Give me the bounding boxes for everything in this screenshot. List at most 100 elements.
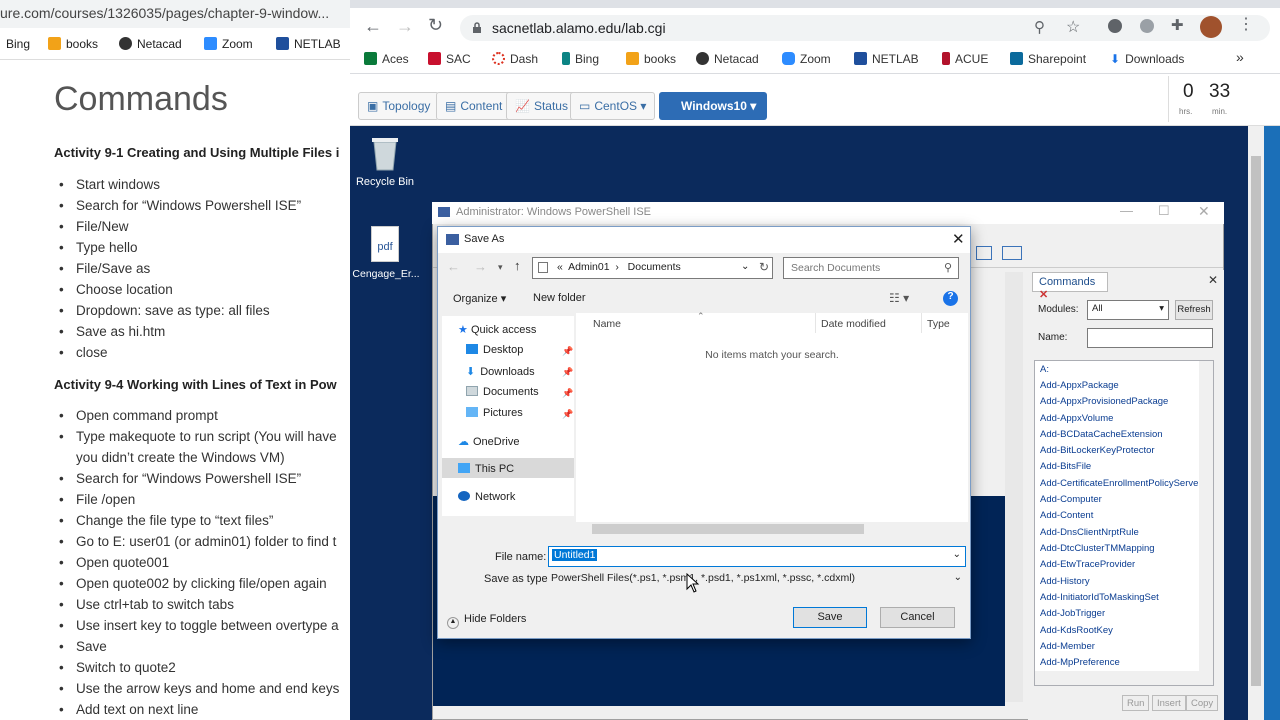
bookmark-books-left[interactable]: books [48,37,98,51]
bookmark-sac[interactable]: SAC [428,52,471,66]
nav-network[interactable]: Network [458,491,515,503]
pin-icon[interactable]: 📌 [562,346,573,357]
column-divider[interactable] [815,313,816,333]
list-item[interactable]: Add-AppxPackage [1040,380,1119,391]
horizontal-scrollbar[interactable] [576,522,968,536]
file-name-input[interactable]: Untitled1 ⌄ [548,546,966,567]
nav-documents[interactable]: Documents [466,386,539,398]
pin-icon[interactable]: 📌 [562,409,573,420]
search-input[interactable]: Search Documents ⚲ [783,257,959,279]
list-item[interactable]: A: [1040,364,1049,375]
help-icon[interactable]: ? [943,291,958,306]
nav-onedrive[interactable]: ☁ OneDrive [458,435,519,448]
star-icon[interactable]: ☆ [1066,17,1080,37]
tab-content[interactable]: ▤ Content [436,92,512,120]
bookmark-sharepoint[interactable]: Sharepoint [1010,52,1086,66]
bookmark-bing[interactable]: Bing [562,52,599,66]
close-pane-icon[interactable]: ✕ [1208,273,1218,287]
bookmark-aces[interactable]: Aces [364,52,409,66]
bookmark-netacad-left[interactable]: Netacad [119,37,182,51]
save-button[interactable]: Save [793,607,867,628]
hide-folders-toggle[interactable]: ▲ Hide Folders [447,613,526,629]
nav-quick-access[interactable]: ★ Quick access [458,323,536,336]
list-item[interactable]: Add-InitiatorIdToMaskingSet [1040,592,1159,603]
bookmarks-overflow-icon[interactable]: » [1236,49,1244,65]
copy-button[interactable]: Copy [1186,695,1219,711]
close-icon[interactable]: ✕ [952,230,965,248]
list-item[interactable]: Add-JobTrigger [1040,608,1105,619]
pdf-file-icon[interactable]: pdf [371,226,399,262]
scrollbar-thumb[interactable] [592,524,864,534]
tab-status[interactable]: 📈 Status [506,92,577,120]
list-item[interactable]: Add-AppxProvisionedPackage [1040,396,1168,407]
breadcrumb-documents[interactable]: Documents [628,261,681,273]
tab-topology[interactable]: ▣ Topology [358,92,440,120]
list-item[interactable]: Add-DtcClusterTMMapping [1040,543,1155,554]
forward-icon[interactable]: → [474,259,487,274]
bookmark-acue[interactable]: ACUE [942,52,988,66]
minimize-icon[interactable]: — [1120,203,1133,218]
list-item[interactable]: Add-DnsClientNrptRule [1040,527,1139,538]
nav-pictures[interactable]: Pictures [466,407,523,419]
bookmark-downloads[interactable]: ⬇ Downloads [1110,52,1184,66]
list-item[interactable]: Add-MpPreference [1040,657,1120,668]
list-item[interactable]: Add-CertificateEnrollmentPolicyServe [1040,478,1198,489]
bookmark-zoom[interactable]: Zoom [782,52,831,66]
maximize-icon[interactable]: ☐ [1158,203,1170,219]
nav-desktop[interactable]: Desktop [466,344,523,356]
close-icon[interactable]: ✕ [1198,203,1210,220]
pane-layout-icon[interactable] [976,246,992,260]
avatar[interactable] [1200,16,1222,38]
close-icon[interactable]: ✕ [1039,289,1048,301]
list-item[interactable]: Add-BCDataCacheExtension [1040,429,1163,440]
cancel-button[interactable]: Cancel [880,607,955,628]
forward-icon[interactable]: → [396,16,414,37]
name-filter-input[interactable] [1087,328,1213,348]
refresh-icon[interactable]: ↻ [759,260,769,274]
back-icon[interactable]: ← [447,259,460,274]
extension-icon[interactable] [1108,19,1122,33]
commands-list[interactable]: A: Add-AppxPackage Add-AppxProvisionedPa… [1034,360,1214,686]
file-list[interactable]: Name ⌃ Date modified Type No items match… [576,311,968,536]
new-folder-button[interactable]: New folder [533,292,586,304]
bookmark-netacad[interactable]: Netacad [696,52,759,66]
left-url-bar[interactable]: ure.com/courses/1326035/pages/chapter-9-… [0,0,350,28]
nav-this-pc[interactable]: This PC [458,463,514,475]
menu-dots-icon[interactable]: ⋮ [1238,14,1254,34]
list-item[interactable]: Add-BitLockerKeyProtector [1040,445,1155,456]
save-type-select[interactable]: PowerShell Files(*.ps1, *.psm1, *.psd1, … [548,569,966,590]
column-type[interactable]: Type [927,318,950,330]
insert-button[interactable]: Insert [1152,695,1186,711]
zoom-magnifier-icon[interactable]: ⚲ [1034,18,1045,36]
commands-tab[interactable]: Commands ✕ [1032,272,1108,301]
commands-hscrollbar[interactable] [1035,671,1213,685]
list-item[interactable]: Add-Member [1040,641,1095,652]
puzzle-icon[interactable]: ✚ [1171,16,1184,34]
breadcrumb-admin01[interactable]: Admin01 [568,261,609,273]
recycle-bin-icon[interactable] [368,134,402,172]
list-item[interactable]: Add-AppxVolume [1040,413,1113,424]
pin-icon[interactable]: 📌 [562,388,573,399]
column-divider[interactable] [921,313,922,333]
list-item[interactable]: Add-KdsRootKey [1040,625,1113,636]
tab-windows10[interactable]: Windows10 ▾ [659,92,767,120]
column-date-modified[interactable]: Date modified [821,318,886,330]
back-icon[interactable]: ← [364,16,382,37]
view-icon[interactable]: ☷ ▾ [889,291,909,305]
list-item[interactable]: Add-BitsFile [1040,461,1091,472]
column-name[interactable]: Name [593,318,621,330]
bookmark-bing-left[interactable]: Bing [6,37,30,51]
bookmark-netlab-left[interactable]: NETLAB [276,37,341,51]
list-item[interactable]: Add-Content [1040,510,1093,521]
list-item[interactable]: Add-Computer [1040,494,1102,505]
run-button[interactable]: Run [1122,695,1150,711]
modules-select[interactable]: All ▾ [1087,300,1169,320]
ise-scrollbar[interactable] [1005,272,1023,702]
pane-layout-2-icon[interactable] [1002,246,1022,260]
organize-menu[interactable]: Organize ▾ [453,292,506,305]
up-folder-icon[interactable]: ↑ [514,258,521,273]
page-scrollbar[interactable] [1248,126,1264,720]
pin-icon[interactable]: 📌 [562,367,573,378]
bookmark-netlab[interactable]: NETLAB [854,52,919,66]
tab-centos[interactable]: ▭ CentOS ▾ [570,92,656,120]
